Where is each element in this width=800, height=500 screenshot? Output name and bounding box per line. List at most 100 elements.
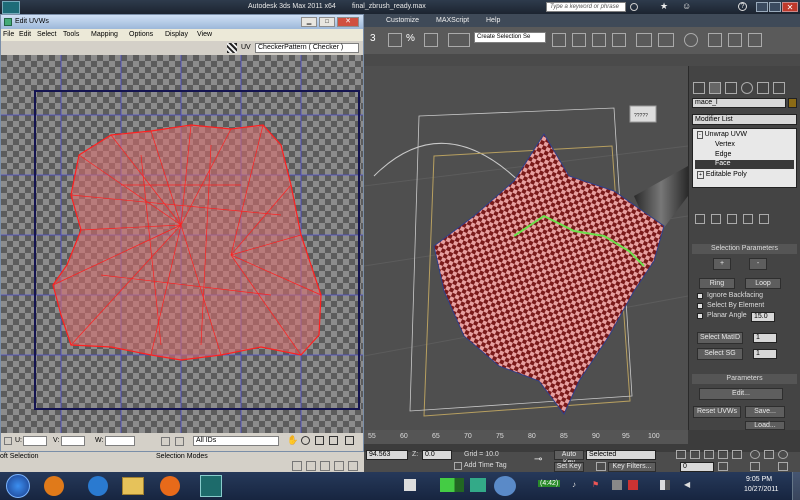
lock-selection-icon[interactable] (161, 437, 170, 446)
orbit-icon[interactable] (778, 450, 788, 459)
render-production-icon[interactable] (748, 33, 762, 47)
render-setup-icon[interactable] (708, 33, 722, 47)
percent-snap-icon[interactable]: % (406, 33, 420, 47)
key-mode-icon[interactable] (596, 462, 606, 471)
pan-icon[interactable] (764, 450, 774, 459)
mace-head-mesh[interactable] (433, 133, 665, 415)
fov-icon[interactable] (750, 462, 760, 471)
shrink-selection-button[interactable]: - (749, 258, 767, 270)
maximize-viewport-icon[interactable] (778, 462, 788, 471)
task-3dsmax-icon[interactable] (200, 475, 222, 497)
v-field[interactable] (61, 436, 85, 446)
stack-unwrap-uvw[interactable]: - Unwrap UVW (697, 131, 747, 139)
tray-volume-icon[interactable]: ♪ (572, 480, 582, 490)
motion-tab-icon[interactable] (741, 82, 753, 94)
texture-dropdown[interactable]: CheckerPattern ( Checker ) (255, 43, 359, 53)
task-explorer-icon[interactable] (122, 477, 144, 495)
key-icon[interactable]: ⊸ (534, 454, 548, 466)
ring-button[interactable]: Ring (699, 278, 735, 289)
u-field[interactable] (23, 436, 47, 446)
uvw-menu-tools[interactable]: Tools (63, 31, 79, 38)
uv-editor-canvas[interactable] (1, 55, 363, 433)
next-frame-icon[interactable] (718, 450, 728, 459)
favorites-star-icon[interactable]: ★ (660, 2, 669, 11)
time-config-icon[interactable] (718, 462, 728, 471)
uvw-close-icon[interactable]: ✕ (337, 17, 359, 27)
zoom-icon[interactable] (750, 450, 760, 459)
w-field[interactable] (105, 436, 135, 446)
tray-network-signal-icon[interactable] (440, 478, 464, 492)
uvw-menu-options[interactable]: Options (129, 31, 153, 38)
perspective-viewport[interactable]: ????? (364, 66, 688, 430)
selection-set-dropdown[interactable]: Create Selection Se (474, 32, 546, 43)
goto-start-icon[interactable] (676, 450, 686, 459)
uvw-menu-file[interactable]: File (3, 31, 14, 38)
minimize-icon[interactable] (756, 2, 768, 12)
configure-sets-icon[interactable] (759, 214, 769, 224)
uvw-menu-view[interactable]: View (197, 31, 212, 38)
snap-3d-icon[interactable]: 3 (370, 33, 386, 47)
modify-tab-icon[interactable] (709, 82, 721, 94)
tray-speaker-icon[interactable]: ◀ (684, 480, 694, 490)
menu-maxscript[interactable]: MAXScript (436, 17, 469, 24)
mirror-icon[interactable] (552, 33, 566, 47)
selection-parameters-rollout[interactable]: Selection Parameters (692, 244, 797, 254)
move-icon[interactable] (320, 461, 330, 471)
user-icon[interactable]: ☺ (682, 2, 691, 11)
make-unique-icon[interactable] (727, 214, 737, 224)
play-icon[interactable] (704, 450, 714, 459)
timeline-ruler[interactable]: 55 60 65 70 75 80 85 90 95 100 (364, 430, 688, 444)
uvw-menu-mapping[interactable]: Mapping (91, 31, 118, 38)
grow-selection-button[interactable]: + (713, 258, 731, 270)
set-key-button[interactable]: Set Key (554, 462, 584, 472)
graphite-tools-icon[interactable] (612, 33, 626, 47)
menu-customize[interactable]: Customize (386, 17, 419, 24)
display-tab-icon[interactable] (757, 82, 769, 94)
show-desktop-button[interactable] (792, 472, 800, 500)
close-icon[interactable]: ✕ (782, 2, 798, 12)
uv-island[interactable] (52, 124, 322, 361)
clock-date[interactable]: 10/27/2011 (744, 486, 779, 493)
task-firefox-icon[interactable] (160, 476, 180, 496)
grid-snap-icon[interactable] (345, 436, 354, 445)
tray-wifi-icon[interactable] (660, 480, 670, 490)
parameters-rollout[interactable]: Parameters (692, 374, 797, 384)
search-icon[interactable] (630, 3, 638, 11)
utilities-tab-icon[interactable] (773, 82, 785, 94)
curve-editor-icon[interactable] (636, 33, 652, 47)
stack-edge[interactable]: Edge (715, 151, 731, 158)
loop-button[interactable]: Loop (745, 278, 781, 289)
stack-vertex[interactable]: Vertex (715, 141, 735, 148)
hide-icon[interactable] (175, 437, 184, 446)
auto-key-button[interactable]: Auto Key (554, 450, 584, 466)
ignore-backfacing-checkbox[interactable] (697, 293, 703, 299)
tray-flag-icon[interactable]: ⚑ (592, 480, 602, 490)
tray-app-icon[interactable] (494, 476, 516, 496)
uv-label[interactable]: UV (241, 44, 251, 51)
uvw-minimize-icon[interactable]: ▁ (301, 17, 317, 27)
zoom-magnify-icon[interactable] (301, 436, 310, 445)
tray-power-icon[interactable] (612, 480, 622, 490)
create-tab-icon[interactable] (693, 82, 705, 94)
select-sg-button[interactable]: Select SG (697, 348, 743, 360)
tray-vmware-icon[interactable] (470, 478, 486, 492)
uvw-maximize-icon[interactable]: □ (319, 17, 335, 27)
edit-button[interactable]: Edit... (699, 388, 783, 400)
stack-editable-poly[interactable]: + Editable Poly (697, 171, 747, 179)
absolute-mode-icon[interactable] (4, 437, 12, 445)
key-filters-button[interactable]: Key Filters... (608, 462, 656, 472)
start-button-icon[interactable] (6, 474, 30, 498)
edge-mode-icon[interactable] (306, 461, 316, 471)
save-button[interactable]: Save... (745, 406, 785, 418)
menu-help[interactable]: Help (486, 17, 500, 24)
align-icon[interactable] (572, 33, 586, 47)
tray-antivirus-icon[interactable] (628, 480, 638, 490)
search-input[interactable]: Type a keyword or phrase (546, 2, 626, 12)
maximize-icon[interactable] (769, 2, 781, 12)
vertex-mode-icon[interactable] (292, 461, 302, 471)
tray-notepad-icon[interactable] (404, 479, 416, 491)
material-editor-icon[interactable] (684, 33, 698, 47)
matid-spinner[interactable]: 1 (753, 333, 777, 343)
battery-indicator[interactable]: (4:42) (538, 480, 561, 487)
add-time-tag-label[interactable]: Add Time Tag (464, 462, 507, 469)
